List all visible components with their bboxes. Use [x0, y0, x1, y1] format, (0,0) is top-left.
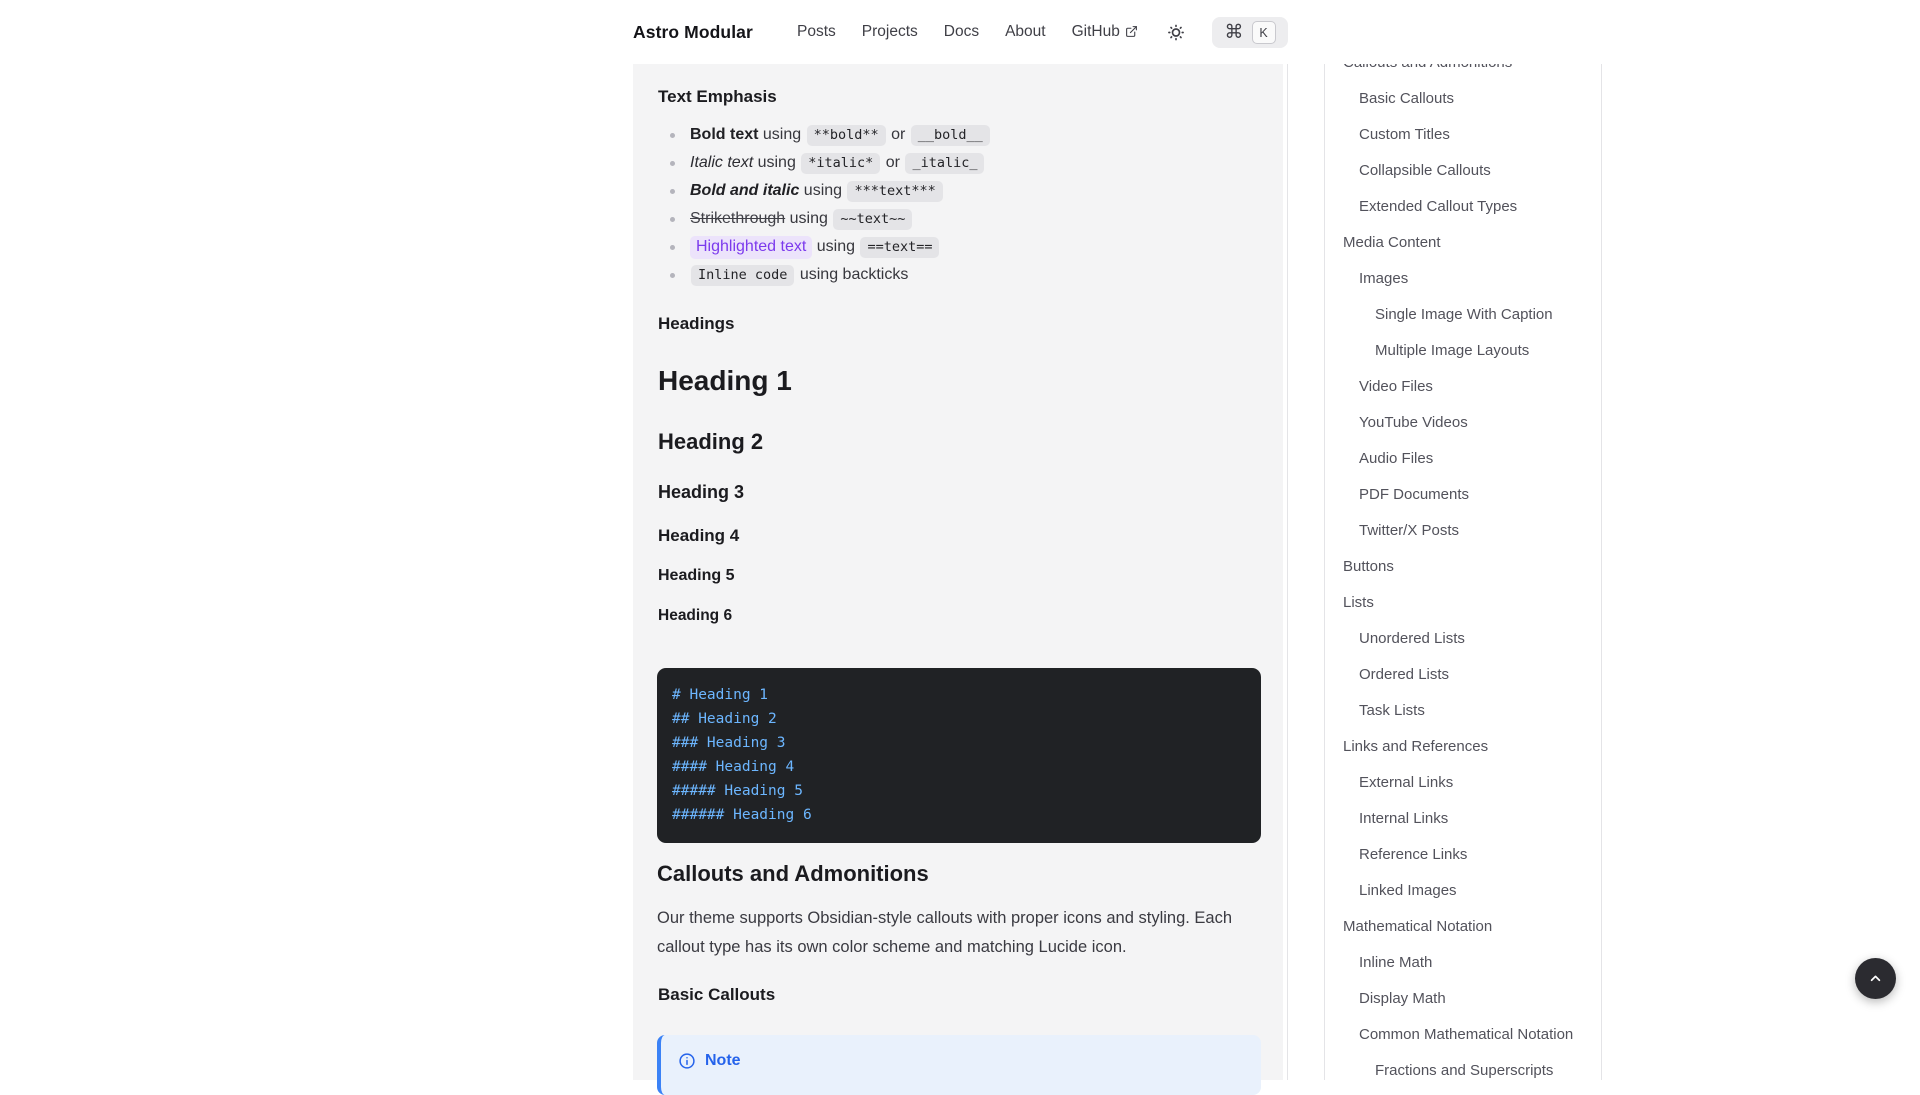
toc-item[interactable]: PDF Documents — [1325, 476, 1601, 512]
nav-link-about[interactable]: About — [1005, 23, 1046, 41]
emphasis-list-item: Bold and italic using ***text*** — [658, 177, 1264, 205]
toc-list: Callouts and AdmonitionsBasic CalloutsCu… — [1325, 62, 1601, 1080]
toc-item[interactable]: Display Math — [1325, 980, 1601, 1016]
toc-item[interactable]: Custom Titles — [1325, 116, 1601, 152]
toc-item[interactable]: Task Lists — [1325, 692, 1601, 728]
emphasis-segment-code: Inline code — [691, 265, 794, 286]
bullet-dot — [670, 189, 675, 194]
toc-item[interactable]: Images — [1325, 260, 1601, 296]
toc-item[interactable]: Fractions and Superscripts — [1325, 1052, 1601, 1080]
toc-item[interactable]: Extended Callout Types — [1325, 188, 1601, 224]
toc-item[interactable]: Links and References — [1325, 728, 1601, 764]
emphasis-segment-plain: using — [753, 154, 800, 172]
toc-item[interactable]: Linked Images — [1325, 872, 1601, 908]
toc-item[interactable]: YouTube Videos — [1325, 404, 1601, 440]
toc-item[interactable]: Internal Links — [1325, 800, 1601, 836]
nav-link-projects[interactable]: Projects — [862, 23, 918, 41]
site-header: Astro Modular Posts Projects Docs About GitH… — [0, 0, 1920, 64]
emphasis-segment-highlight: Highlighted text — [690, 236, 812, 259]
toc-item[interactable]: Video Files — [1325, 368, 1601, 404]
info-icon — [678, 1052, 696, 1070]
note-callout: Note — [657, 1035, 1261, 1095]
toc-item[interactable]: Multiple Image Layouts — [1325, 332, 1601, 368]
toc-item[interactable]: External Links — [1325, 764, 1601, 800]
toc-item[interactable]: Audio Files — [1325, 440, 1601, 476]
section-heading-basic-callouts: Basic Callouts — [658, 985, 775, 1005]
heading-sample-6: Heading 6 — [658, 605, 732, 626]
emphasis-segment-code: __bold__ — [911, 125, 990, 146]
heading-sample-2: Heading 2 — [658, 427, 763, 457]
emphasis-segment-code: ***text*** — [847, 181, 942, 202]
emphasis-segment-code: **bold** — [807, 125, 886, 146]
toc-item[interactable]: Inline Math — [1325, 944, 1601, 980]
emphasis-list-item: Inline code using backticks — [658, 261, 1264, 289]
emphasis-list-item: Italic text using *italic* or _italic_ — [658, 149, 1264, 177]
site-logo[interactable]: Astro Modular — [633, 0, 753, 64]
toc-item[interactable]: Twitter/X Posts — [1325, 512, 1601, 548]
external-link-icon — [1125, 25, 1138, 38]
chevron-up-icon — [1867, 970, 1884, 987]
section-heading-headings: Headings — [658, 314, 735, 334]
heading-sample-4: Heading 4 — [658, 524, 739, 547]
main-nav: Posts Projects Docs About GitHub — [797, 0, 1138, 64]
nav-link-github[interactable]: GitHub — [1072, 23, 1138, 41]
k-keycap: K — [1252, 21, 1276, 44]
bullet-dot — [670, 217, 675, 222]
heading-sample-1: Heading 1 — [658, 362, 792, 400]
emphasis-list-item: Strikethrough using ~~text~~ — [658, 205, 1264, 233]
toc-item[interactable]: Reference Links — [1325, 836, 1601, 872]
note-callout-title: Note — [678, 1052, 1243, 1070]
theme-toggle-button[interactable] — [1160, 16, 1192, 48]
emphasis-segment-plain: or — [881, 154, 904, 172]
nav-link-docs[interactable]: Docs — [944, 23, 979, 41]
emphasis-segment-strike: Strikethrough — [690, 210, 785, 228]
emphasis-segment-code: _italic_ — [905, 153, 984, 174]
emphasis-segment-code: ~~text~~ — [833, 209, 912, 230]
bullet-dot — [670, 161, 675, 166]
emphasis-segment-code: ==text== — [860, 237, 939, 258]
toc-item[interactable]: Single Image With Caption — [1325, 296, 1601, 332]
command-palette-button[interactable]: ⌘ K — [1212, 17, 1288, 48]
emphasis-list-item: Highlighted text using ==text== — [658, 233, 1264, 261]
sidebar-divider — [1287, 64, 1288, 1080]
emphasis-segment-bold: Bold text — [690, 126, 758, 144]
table-of-contents: Callouts and AdmonitionsBasic CalloutsCu… — [1324, 62, 1602, 1080]
emphasis-list-item: Bold text using **bold** or __bold__ — [658, 121, 1264, 149]
emphasis-segment-plain: using — [758, 126, 805, 144]
toc-item[interactable]: Buttons — [1325, 548, 1601, 584]
heading-sample-3: Heading 3 — [658, 480, 744, 504]
section-heading-text-emphasis: Text Emphasis — [658, 87, 777, 107]
emphasis-segment-code: *italic* — [801, 153, 880, 174]
toc-item[interactable]: Ordered Lists — [1325, 656, 1601, 692]
toc-item[interactable]: Unordered Lists — [1325, 620, 1601, 656]
note-callout-label: Note — [705, 1052, 741, 1070]
toc-item[interactable]: Callouts and Admonitions — [1325, 62, 1601, 80]
toc-item[interactable]: Media Content — [1325, 224, 1601, 260]
nav-link-posts[interactable]: Posts — [797, 23, 836, 41]
bullet-dot — [670, 133, 675, 138]
toc-item[interactable]: Basic Callouts — [1325, 80, 1601, 116]
toc-item[interactable]: Lists — [1325, 584, 1601, 620]
code-block: # Heading 1 ## Heading 2 ### Heading 3 #… — [657, 668, 1261, 843]
section-heading-callouts: Callouts and Admonitions — [657, 860, 929, 888]
sun-icon — [1166, 22, 1186, 43]
callouts-intro-paragraph: Our theme supports Obsidian-style callou… — [657, 904, 1265, 961]
command-icon: ⌘ — [1225, 23, 1244, 42]
emphasis-segment-bolditalic: Bold and italic — [690, 182, 799, 200]
toc-item[interactable]: Mathematical Notation — [1325, 908, 1601, 944]
toc-item[interactable]: Collapsible Callouts — [1325, 152, 1601, 188]
emphasis-segment-italic: Italic text — [690, 154, 753, 172]
emphasis-segment-plain: or — [887, 126, 910, 144]
emphasis-segment-plain: using — [799, 182, 846, 200]
emphasis-segment-plain: using — [812, 238, 859, 256]
scroll-to-top-button[interactable] — [1855, 958, 1896, 999]
bullet-dot — [670, 245, 675, 250]
emphasis-segment-plain: using — [785, 210, 832, 228]
toc-item[interactable]: Common Mathematical Notation — [1325, 1016, 1601, 1052]
emphasis-list: Bold text using **bold** or __bold__Ital… — [658, 121, 1264, 289]
emphasis-segment-plain: using backticks — [795, 266, 908, 284]
heading-sample-5: Heading 5 — [658, 565, 734, 587]
bullet-dot — [670, 273, 675, 278]
